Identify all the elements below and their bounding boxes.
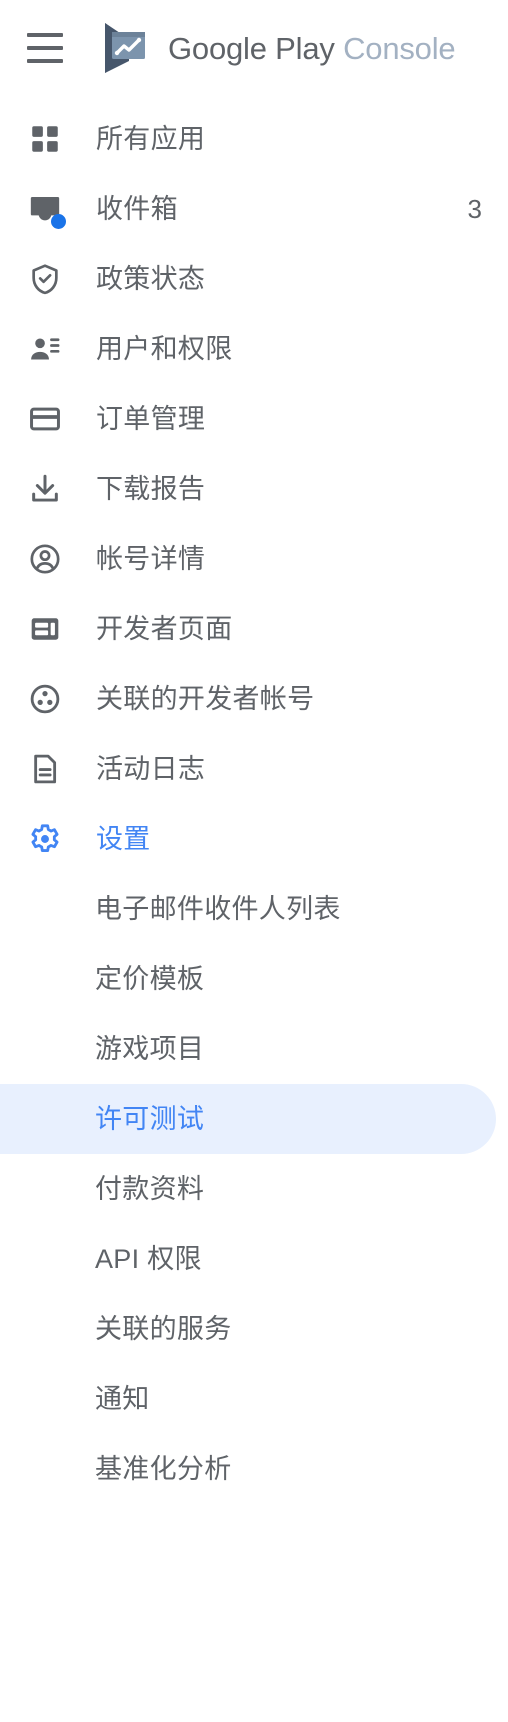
inbox-icon <box>22 186 68 232</box>
sidebar-item-all-apps[interactable]: 所有应用 <box>0 104 508 174</box>
sidebar-item-download-reports[interactable]: 下载报告 <box>0 454 508 524</box>
sidebar-item-label: 用户和权限 <box>96 333 233 364</box>
sidebar-subitem-label: 电子邮件收件人列表 <box>95 893 341 924</box>
sidebar-item-inbox[interactable]: 收件箱 3 <box>0 174 508 244</box>
sidebar-item-label: 关联的开发者帐号 <box>96 683 315 714</box>
sidebar-subitem-game-projects[interactable]: 游戏项目 <box>0 1014 508 1084</box>
account-circle-icon <box>22 536 68 582</box>
web-layout-icon <box>22 606 68 652</box>
google-play-console-logo <box>105 23 145 73</box>
sidebar-item-activity-log[interactable]: 活动日志 <box>0 734 508 804</box>
sidebar-subitem-label: 通知 <box>95 1383 150 1414</box>
apps-grid-icon <box>22 116 68 162</box>
sidebar-subitem-label: 许可测试 <box>95 1103 205 1134</box>
sidebar-item-order-management[interactable]: 订单管理 <box>0 384 508 454</box>
hamburger-bar <box>27 46 63 50</box>
sidebar-item-label: 订单管理 <box>96 403 206 434</box>
sidebar-subitem-license-testing[interactable]: 许可测试 <box>0 1084 496 1154</box>
sidebar-item-label: 下载报告 <box>96 473 206 504</box>
document-lines-icon <box>22 746 68 792</box>
sidebar-subitem-label: 付款资料 <box>95 1173 205 1204</box>
sidebar-subitem-label: 基准化分析 <box>95 1453 232 1484</box>
nav-list: 所有应用 收件箱 3 政策状态 用户和权限 订单管理 下载报告 帐号详情 开发者… <box>0 96 508 1504</box>
sidebar-subitem-notifications[interactable]: 通知 <box>0 1364 508 1434</box>
sidebar-item-label: 开发者页面 <box>96 613 233 644</box>
gear-icon <box>22 816 68 862</box>
sidebar-item-developer-page[interactable]: 开发者页面 <box>0 594 508 664</box>
brand-logo-title[interactable]: Google Play Console <box>96 19 456 77</box>
linked-accounts-icon <box>22 676 68 722</box>
sidebar-item-linked-developer-accounts[interactable]: 关联的开发者帐号 <box>0 664 508 734</box>
hamburger-menu-icon[interactable] <box>22 25 68 71</box>
sidebar-item-label: 所有应用 <box>96 123 206 154</box>
person-permissions-icon <box>22 326 68 372</box>
sidebar-item-users-permissions[interactable]: 用户和权限 <box>0 314 508 384</box>
inbox-badge-dot <box>51 214 66 229</box>
sidebar-item-account-details[interactable]: 帐号详情 <box>0 524 508 594</box>
sidebar-item-policy-status[interactable]: 政策状态 <box>0 244 508 314</box>
sidebar-item-label: 政策状态 <box>96 263 206 294</box>
sidebar-subitem-pricing-templates[interactable]: 定价模板 <box>0 944 508 1014</box>
navigation-sidebar: Google Play Console 所有应用 收件箱 3 政策状态 用户和权… <box>0 0 508 1722</box>
brand-secondary-text: Console <box>343 30 456 66</box>
sidebar-subitem-api-access[interactable]: API 权限 <box>0 1224 508 1294</box>
credit-card-icon <box>22 396 68 442</box>
sidebar-item-label: 活动日志 <box>96 753 206 784</box>
sidebar-item-label: 帐号详情 <box>96 543 206 574</box>
sidebar-subitem-benchmarking[interactable]: 基准化分析 <box>0 1434 508 1504</box>
sidebar-subitem-email-recipients[interactable]: 电子邮件收件人列表 <box>0 874 508 944</box>
sidebar-item-label: 设置 <box>96 823 151 854</box>
sidebar-subitem-label: 游戏项目 <box>95 1033 205 1064</box>
brand-primary-text: Google Play <box>168 30 335 66</box>
sidebar-item-settings[interactable]: 设置 <box>0 804 508 874</box>
shield-check-icon <box>22 256 68 302</box>
sidebar-subitem-label: 定价模板 <box>95 963 205 994</box>
sidebar-subitem-label: 关联的服务 <box>95 1313 232 1344</box>
hamburger-bar <box>27 59 63 63</box>
hamburger-bar <box>27 33 63 37</box>
sidebar-subitem-payment-profile[interactable]: 付款资料 <box>0 1154 508 1224</box>
sidebar-subitem-linked-services[interactable]: 关联的服务 <box>0 1294 508 1364</box>
sidebar-header: Google Play Console <box>0 0 508 96</box>
brand-title: Google Play Console <box>168 30 456 66</box>
inbox-count-badge: 3 <box>467 194 482 224</box>
sidebar-subitem-label: API 权限 <box>95 1243 202 1274</box>
download-icon <box>22 466 68 512</box>
sidebar-item-label: 收件箱 <box>96 193 178 224</box>
